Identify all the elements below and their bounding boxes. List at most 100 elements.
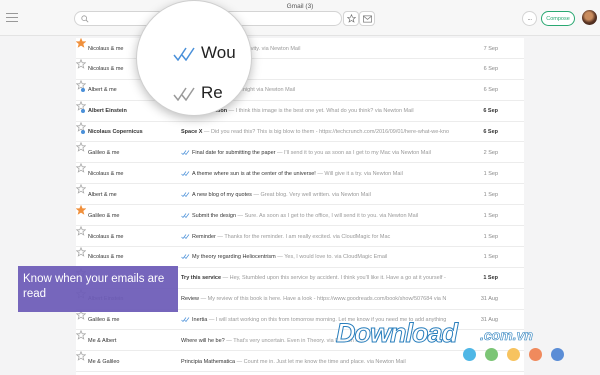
email-content: Submit the design — Sure. As soon as I g…: [181, 213, 481, 219]
email-content: Reminder — Thanks for the reminder. I am…: [181, 234, 481, 240]
email-content: Space X — Did you read this? This is big…: [181, 129, 481, 135]
star-filled-icon[interactable]: [75, 37, 87, 48]
star-icon[interactable]: [75, 246, 87, 257]
email-row[interactable]: Nicolaus Copernicus Space X — Did you rea…: [75, 121, 524, 143]
email-sender: Galileo & me: [88, 317, 120, 324]
separator: —: [251, 191, 261, 198]
email-row[interactable]: Nicolaus & me Reminder — Thanks for the r…: [75, 225, 524, 247]
email-date: 1 Sep: [483, 170, 498, 177]
email-subject: Submit the design: [192, 212, 237, 219]
email-snippet: I'll send it to you as soon as I get to …: [284, 149, 431, 156]
compose-button[interactable]: Compose: [541, 11, 575, 26]
avatar[interactable]: [582, 10, 597, 25]
email-date: 2 Sep: [483, 149, 498, 156]
email-sender: Albert & me: [88, 191, 117, 198]
email-content: Try this service — Hey, Stumbled upon th…: [181, 275, 481, 281]
decor-circle: [463, 348, 476, 361]
separator: —: [221, 275, 230, 282]
email-date: 1 Sep: [483, 233, 498, 240]
title-bar: Gmail (3) ... Compose: [0, 0, 600, 36]
email-row[interactable]: Me & Galileo Principia Mathematica — Coun…: [75, 351, 524, 373]
separator: —: [207, 317, 216, 324]
magnified-text: Re: [201, 83, 223, 102]
decor-circle: [507, 348, 520, 361]
star-icon[interactable]: [75, 142, 87, 153]
email-date: 1 Sep: [483, 191, 498, 198]
unread-dot: [81, 109, 85, 114]
star-icon[interactable]: [75, 351, 87, 362]
star-icon[interactable]: [75, 58, 87, 69]
separator: —: [275, 254, 285, 261]
read-receipt-magnifier: Wou Re: [136, 0, 252, 116]
email-snippet: Yes, I would love to. via CloudMagic Ema…: [284, 254, 388, 261]
read-receipt-icon: [181, 317, 190, 323]
menu-icon[interactable]: [6, 13, 18, 22]
magnified-text: Wou: [201, 43, 236, 62]
read-receipt-icon: [181, 171, 190, 176]
email-snippet: Sure. As soon as I get to the office, I …: [244, 212, 419, 219]
email-sender: Nicolaus & me: [88, 170, 124, 177]
email-subject: Inertia: [192, 317, 208, 324]
star-filter-button[interactable]: [343, 11, 359, 26]
watermark-domain: .com.vn: [480, 327, 534, 344]
star-icon[interactable]: [75, 163, 87, 174]
star-icon[interactable]: [75, 183, 87, 195]
email-row[interactable]: Nicolaus & me My theory regarding Helioce…: [75, 246, 524, 268]
double-check-icon: [173, 87, 195, 101]
email-date: 1 Sep: [483, 254, 498, 261]
email-snippet: Great blog. Very well written. via Newto…: [260, 191, 371, 198]
email-subject: My theory regarding Heliocentrism: [192, 254, 276, 261]
email-snippet: I think this image is the best one yet. …: [235, 108, 414, 115]
separator: —: [236, 212, 245, 219]
decor-circle: [551, 348, 564, 361]
email-sender: Galileo & me: [88, 212, 120, 219]
email-date: 6 Sep: [483, 66, 498, 73]
email-date: 6 Sep: [483, 129, 498, 136]
email-sender: Nicolaus Copernicus: [88, 129, 143, 136]
envelope-icon: [362, 14, 372, 23]
decor-circle: [485, 348, 498, 361]
email-subject: Where will he be?: [181, 337, 225, 344]
read-receipt-icon: [181, 192, 190, 197]
email-sender: Nicolaus & me: [88, 254, 124, 261]
star-icon[interactable]: [75, 330, 87, 341]
email-date: 1 Sep: [483, 275, 498, 282]
email-date: 6 Sep: [483, 87, 498, 94]
email-content: Review — My review of this book is here.…: [181, 296, 481, 302]
email-subject: Final date for submitting the paper: [192, 149, 276, 156]
email-date: 6 Sep: [483, 108, 498, 115]
window-title: Gmail (3): [286, 3, 314, 10]
email-snippet: Did you read this? This is big blow to t…: [210, 129, 450, 136]
read-receipt-icon: [181, 212, 190, 218]
email-content: Principia Mathematica — Count me in. Jus…: [181, 359, 481, 365]
email-subject: Principia Mathematica: [181, 358, 236, 365]
email-subject: A new blog of my quotes: [192, 191, 252, 198]
email-row[interactable]: Albert & me A new blog of my quotes — Gre…: [75, 183, 524, 206]
read-receipt-icon: [181, 150, 190, 155]
watermark-logo: Download: [336, 318, 459, 349]
email-sender: Nicolaus & me: [88, 233, 124, 240]
star-filled-icon[interactable]: [75, 204, 87, 215]
email-subject: Reminder: [192, 233, 216, 240]
star-icon[interactable]: [75, 225, 87, 236]
promo-banner: Know when your emails are read: [18, 266, 178, 312]
email-snippet: Hey, Stumbled upon this service by accid…: [229, 275, 446, 282]
inbox-filter-button[interactable]: [359, 11, 375, 26]
email-content: A theme where sun is at the center of th…: [181, 171, 481, 177]
email-snippet: Thanks for the reminder. I am really exc…: [224, 233, 391, 240]
email-sender: Galileo & me: [88, 149, 120, 156]
star-icon: [346, 14, 356, 23]
double-check-icon: [173, 47, 195, 61]
email-date: 7 Sep: [483, 45, 498, 52]
email-snippet: Will give it a try. via Newton Mail: [324, 170, 403, 177]
separator: —: [224, 337, 234, 344]
email-row[interactable]: Nicolaus & me A theme where sun is at the…: [75, 163, 524, 185]
unread-dot: [81, 88, 85, 93]
separator: —: [199, 296, 208, 303]
email-row[interactable]: Galileo & me Submit the design — Sure. As…: [75, 204, 524, 227]
more-options-button[interactable]: ...: [522, 11, 537, 26]
email-row[interactable]: Galileo & me Final date for submitting th…: [75, 142, 524, 164]
decor-circle: [529, 348, 542, 361]
email-content: A new blog of my quotes — Great blog. Ve…: [181, 192, 481, 198]
email-subject: Space X: [181, 129, 203, 136]
